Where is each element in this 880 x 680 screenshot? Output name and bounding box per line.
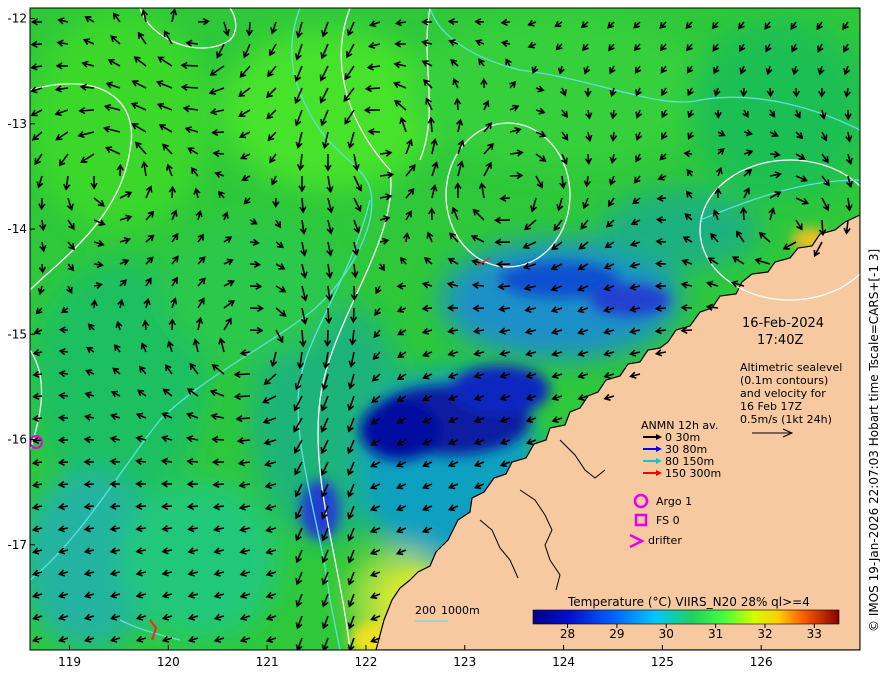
lon-tick-label: 119 <box>58 655 81 669</box>
colorbar-tick-label: 28 <box>560 627 575 641</box>
lon-tick-label: 125 <box>651 655 674 669</box>
lon-tick-label: 126 <box>750 655 773 669</box>
lon-tick-label: 120 <box>157 655 180 669</box>
colorbar-title: Temperature (°C) VIIRS_N20 28% ql>=4 <box>567 595 810 609</box>
credit-text: © IMOS 19-Jan-2026 22:07:03 Hobart time … <box>867 249 880 632</box>
fs-legend-label: FS 0 <box>656 514 680 527</box>
lat-tick-label: -15 <box>7 327 27 341</box>
lat-tick-label: -16 <box>7 433 27 447</box>
lat-tick-label: -14 <box>7 222 27 236</box>
colorbar-tick-label: 30 <box>659 627 674 641</box>
altimetry-line-1: Altimetric sealevel <box>740 361 842 374</box>
map-area: 16-Feb-2024 17:40Z Altimetric sealevel (… <box>30 8 860 650</box>
date-label: 16-Feb-2024 <box>742 316 824 331</box>
map-figure: 16-Feb-2024 17:40Z Altimetric sealevel (… <box>7 7 880 669</box>
altimetry-line-5: 0.5m/s (1kt 24h) <box>740 413 832 426</box>
depth-label-200: 200 <box>415 604 436 617</box>
colorbar-tick-label: 33 <box>807 627 822 641</box>
colorbar-tick-label: 29 <box>609 627 624 641</box>
colorbar-tick-label: 31 <box>708 627 723 641</box>
altimetry-line-2: (0.1m contours) <box>740 374 828 387</box>
colorbar-tick-label: 32 <box>757 627 772 641</box>
altimetry-line-3: and velocity for <box>740 387 826 400</box>
altimetry-line-4: 16 Feb 17Z <box>740 400 802 413</box>
depth-label-1000: 1000m <box>441 604 480 617</box>
argo-legend-label: Argo 1 <box>656 495 692 508</box>
anmn-legend-label-3: 150 300m <box>665 467 721 480</box>
time-label: 17:40Z <box>757 333 803 348</box>
colorbar <box>532 609 840 625</box>
drifter-legend-label: drifter <box>648 534 682 547</box>
lon-tick-label: 124 <box>552 655 575 669</box>
lat-tick-label: -12 <box>7 12 27 26</box>
lon-tick-label: 122 <box>354 655 377 669</box>
lat-tick-label: -17 <box>7 538 27 552</box>
lon-tick-label: 123 <box>453 655 476 669</box>
lat-tick-label: -13 <box>7 117 27 131</box>
lon-tick-label: 121 <box>256 655 279 669</box>
